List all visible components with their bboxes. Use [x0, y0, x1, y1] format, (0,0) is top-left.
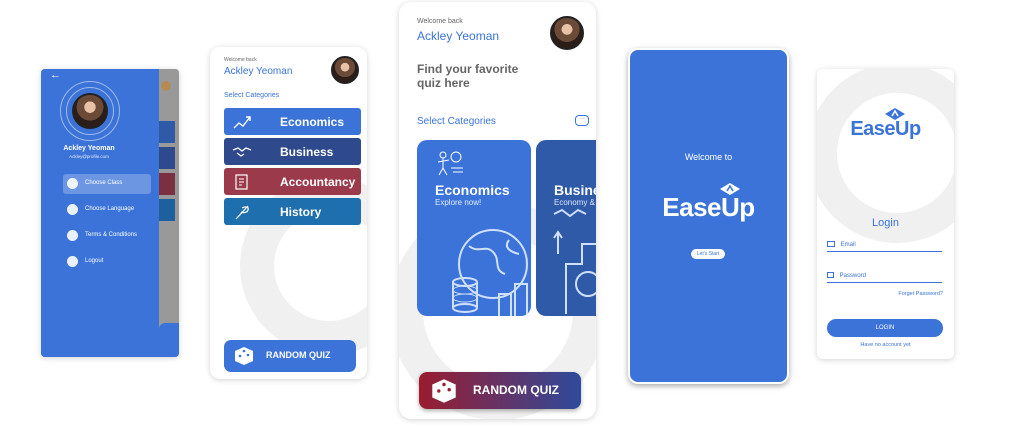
drawer-screen: ← Ackley Yeoman Ackley@profile.com Choos… [41, 69, 179, 357]
splash-screen: Welcome to EaseUp Let's Start [628, 48, 789, 384]
drawer-background-peek [159, 69, 179, 357]
category-card-economics[interactable]: Economics Explore now! [417, 140, 531, 316]
avatar[interactable] [550, 16, 584, 50]
section-title: Select Categories [417, 116, 496, 127]
menu-label: Choose Class [85, 180, 123, 186]
random-quiz-label: RANDOM QUIZ [473, 383, 559, 397]
card-title: Busine [554, 182, 596, 198]
section-title: Select Categories [224, 92, 280, 99]
dice-icon [234, 346, 254, 366]
category-label: History [280, 204, 322, 219]
signup-link[interactable]: Have no account yet [817, 342, 954, 348]
login-title: Login [872, 217, 899, 229]
lets-start-button[interactable]: Let's Start [691, 249, 725, 259]
category-economics[interactable]: Economics [224, 108, 361, 135]
welcome-label: Welcome to [684, 152, 733, 162]
lock-icon [827, 272, 834, 278]
random-quiz-label: RANDOM QUIZ [266, 350, 331, 360]
heading-line1: Find your favorite [417, 62, 519, 76]
category-card-business[interactable]: Busine Economy & [536, 140, 596, 316]
home-cards-screen: Welcome back Ackley Yeoman Find your fav… [399, 2, 596, 419]
drawer-panel: ← Ackley Yeoman Ackley@profile.com Choos… [41, 69, 159, 357]
mail-icon [827, 241, 835, 247]
user-name: Ackley Yeoman [224, 66, 293, 77]
menu-label: Choose Language [85, 206, 135, 212]
category-business[interactable]: Business [224, 138, 361, 165]
welcome-label: Welcome back [417, 18, 463, 25]
login-button[interactable]: LOGIN [827, 319, 943, 337]
ledger-icon [232, 173, 252, 190]
category-label: Economics [280, 114, 345, 129]
growth-icon [232, 114, 252, 130]
menu-logout[interactable]: Logout [63, 252, 151, 272]
email-field[interactable]: Email [827, 241, 942, 252]
category-history[interactable]: History [224, 198, 361, 225]
menu-choose-class[interactable]: Choose Class [63, 174, 151, 194]
dice-icon [431, 378, 457, 404]
card-subtitle: Explore now! [435, 198, 482, 207]
heading-line2: quiz here [417, 76, 470, 90]
category-accountancy[interactable]: Accountancy [224, 168, 361, 195]
menu-label: Logout [85, 258, 104, 264]
menu-label: Terms & Conditions [85, 232, 138, 238]
growth-icon [435, 150, 465, 181]
document-icon [67, 230, 78, 241]
logout-icon [67, 256, 78, 267]
menu-terms[interactable]: Terms & Conditions [63, 226, 151, 246]
password-placeholder: Password [839, 272, 867, 279]
handshake-illustration [552, 204, 596, 316]
language-icon [67, 204, 78, 215]
category-label: Business [280, 144, 334, 159]
handshake-icon [232, 144, 252, 160]
avatar[interactable] [331, 56, 359, 84]
welcome-label: Welcome back [224, 57, 257, 63]
forgot-password-link[interactable]: Forget Password? [898, 291, 943, 297]
home-list-screen: Welcome back Ackley Yeoman Select Catego… [210, 47, 367, 379]
password-field[interactable]: Password [827, 272, 942, 283]
card-title: Economics [435, 182, 510, 198]
app-logo: EaseUp [850, 118, 921, 140]
category-label: Accountancy [280, 174, 356, 189]
more-icon[interactable]: ··· [575, 115, 589, 126]
quill-icon [232, 204, 252, 220]
menu-choose-language[interactable]: Choose Language [63, 200, 151, 220]
random-quiz-button[interactable]: RANDOM QUIZ [419, 372, 581, 409]
avatar [72, 93, 108, 129]
app-logo: EaseUp [662, 192, 755, 222]
login-screen: EaseUp Login Email Password Forget Passw… [817, 69, 954, 359]
drawer-user-name: Ackley Yeoman [63, 145, 115, 152]
class-icon [67, 178, 78, 189]
drawer-user-email: Ackley@profile.com [69, 154, 109, 159]
random-quiz-button[interactable]: RANDOM QUIZ [224, 340, 356, 372]
user-name: Ackley Yeoman [417, 29, 500, 43]
back-arrow-icon[interactable]: ← [50, 69, 61, 81]
email-placeholder: Email [840, 241, 856, 248]
globe-coins-illustration [449, 224, 531, 316]
